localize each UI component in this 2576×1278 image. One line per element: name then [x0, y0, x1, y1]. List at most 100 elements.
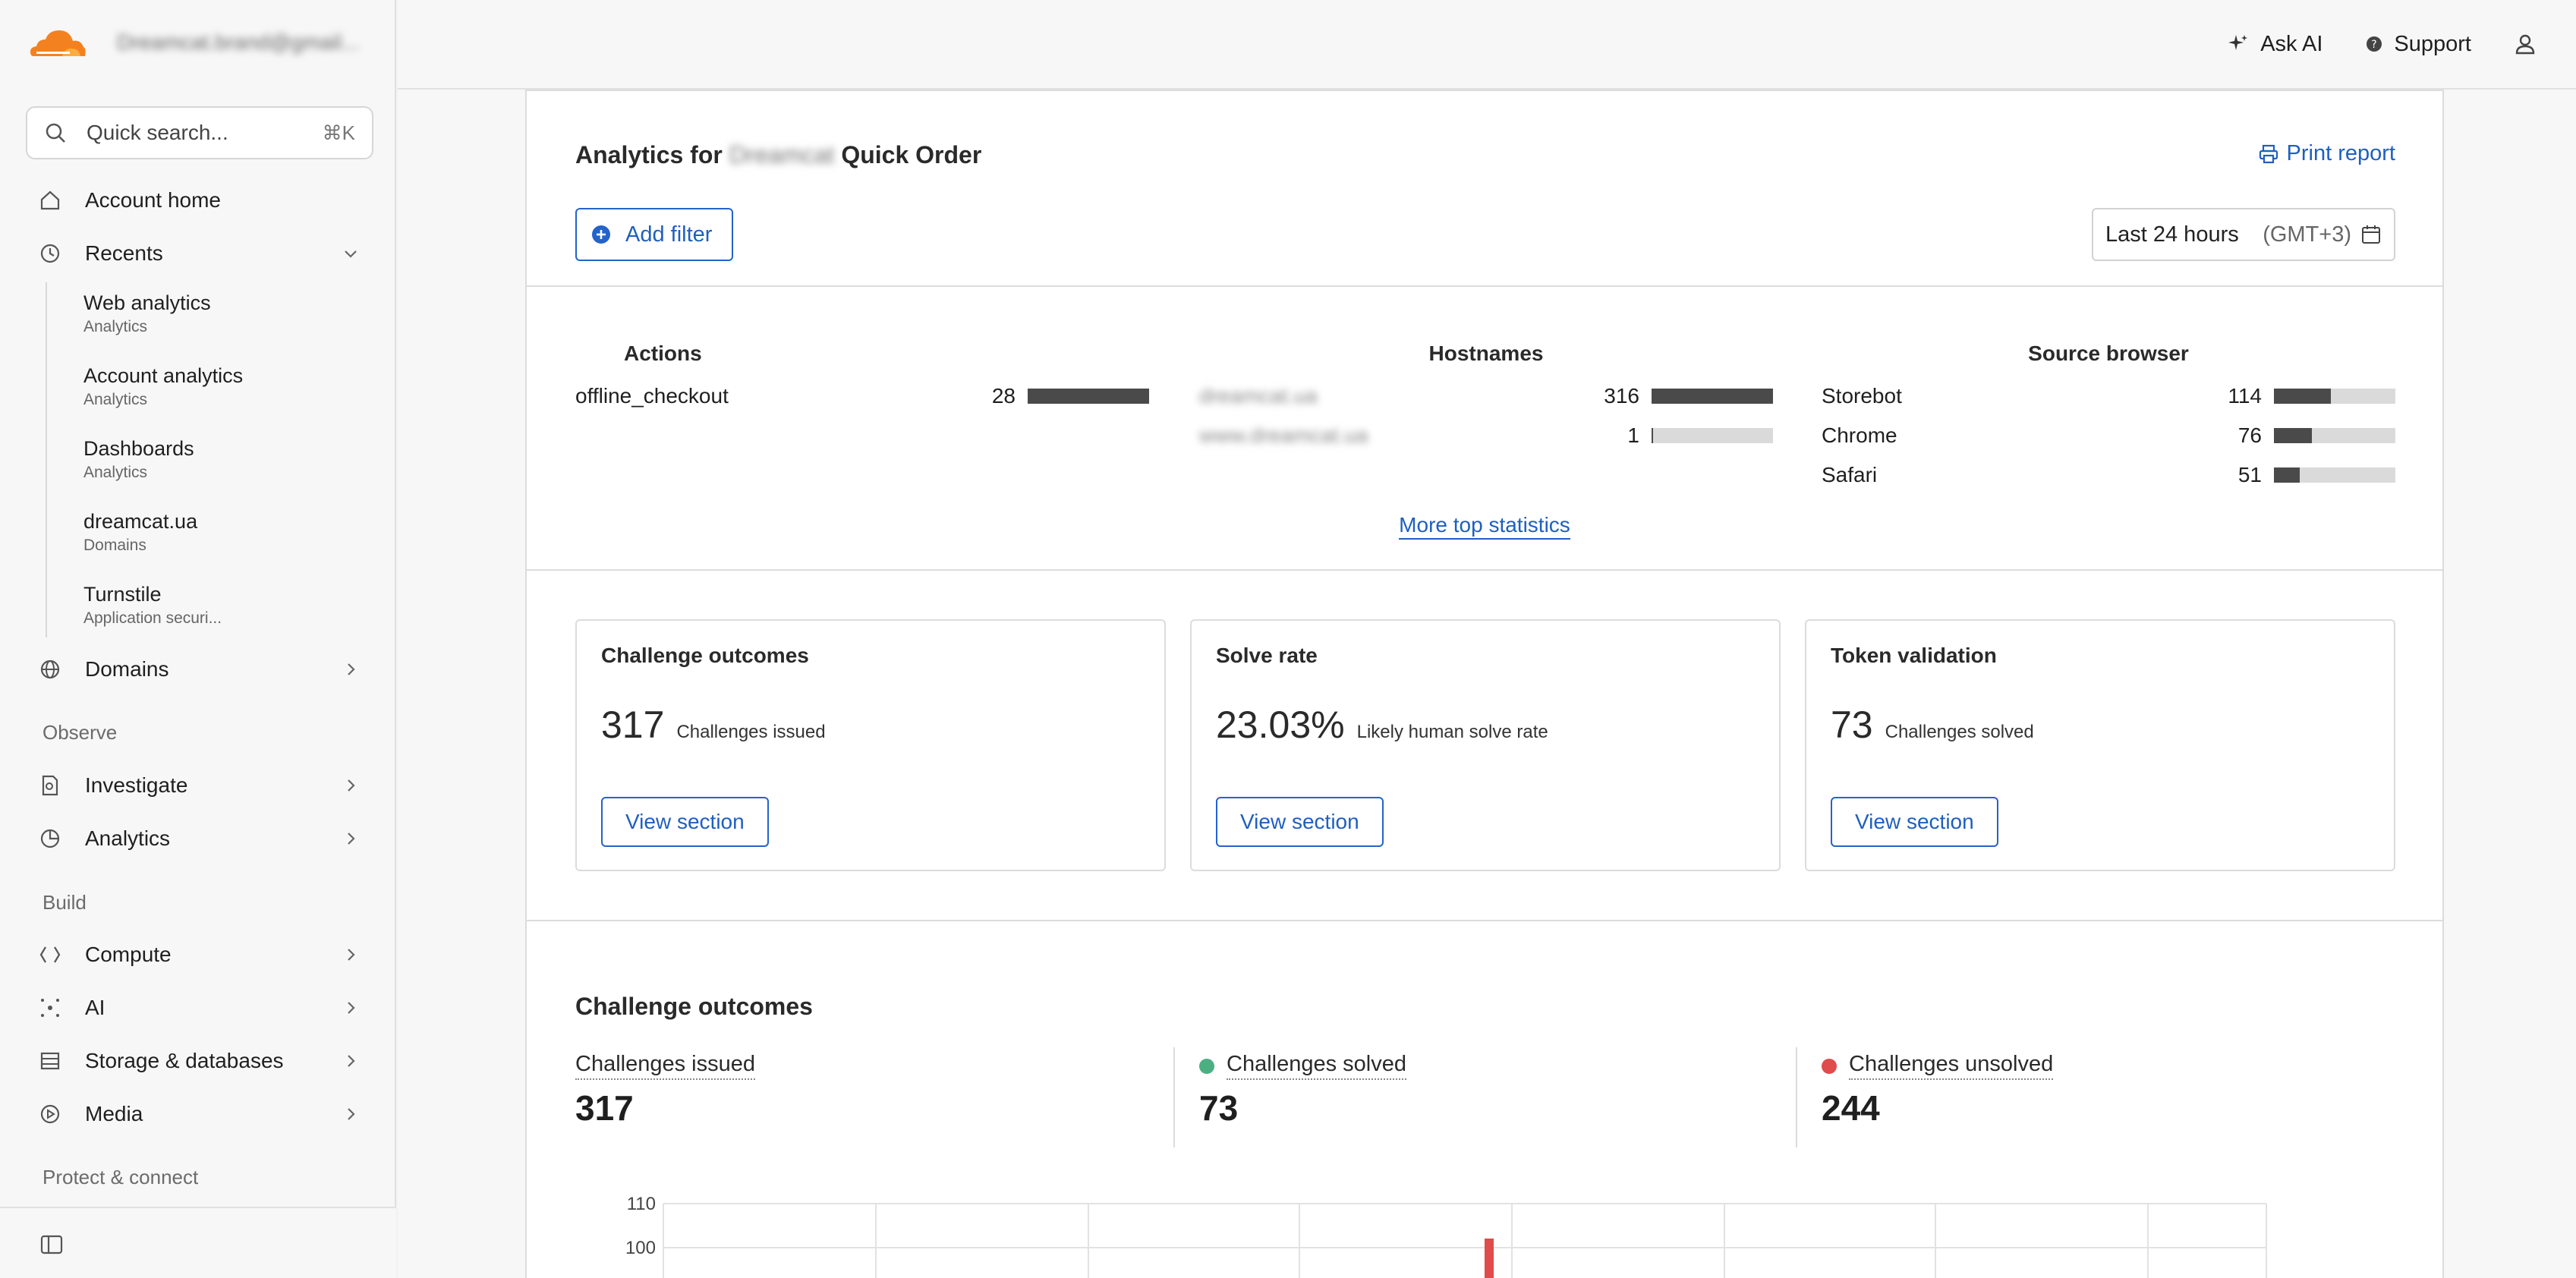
sidebar: Dreamcat.brand@gmail... Quick search... … [0, 0, 396, 1278]
support-button[interactable]: ? Support [2365, 32, 2471, 57]
stat-row[interactable]: Safari 51 [1822, 455, 2395, 495]
more-top-statistics-label[interactable]: More top statistics [1399, 513, 1570, 540]
stat-row[interactable]: dreamcat.ua 316 [1199, 376, 1773, 416]
metric-label[interactable]: Challenges issued [575, 1052, 755, 1080]
add-filter-button[interactable]: Add filter [575, 208, 734, 261]
stat-row[interactable]: offline_checkout 28 [575, 376, 1149, 416]
sidebar-item-label: Recents [85, 241, 163, 265]
search-placeholder: Quick search... [87, 121, 228, 144]
divider [527, 569, 2442, 571]
sidebar-item-label: Storage & databases [85, 1049, 284, 1072]
stat-label: Storebot [1822, 384, 1902, 408]
recent-item-title: Account analytics [83, 364, 244, 387]
card-value: 317 Challenges issued [601, 703, 826, 747]
sidebar-item-investigate[interactable]: Investigate [38, 764, 360, 807]
recent-item-title: dreamcat.ua [83, 510, 198, 533]
plus-circle-icon [592, 225, 610, 244]
account-selector[interactable]: Dreamcat.brand@gmail... [117, 30, 360, 58]
sidebar-item-domains[interactable]: Domains [38, 648, 360, 691]
metric-divider [1796, 1047, 1797, 1147]
sidebar-item-analytics[interactable]: Analytics [38, 817, 360, 860]
help-icon: ? [2367, 36, 2382, 52]
stat-value: 28 [991, 384, 1016, 408]
recent-item[interactable]: Web analytics Analytics [83, 291, 211, 336]
cloudflare-logo[interactable] [27, 23, 88, 62]
view-section-button[interactable]: View section [1216, 797, 1384, 847]
view-section-button[interactable]: View section [1831, 797, 1998, 847]
date-range-picker[interactable]: Last 24 hours (GMT+3) [2092, 208, 2395, 261]
card-value-caption: Challenges solved [1885, 722, 2034, 742]
search-icon [46, 123, 65, 143]
card-value: 73 Challenges solved [1831, 703, 2034, 747]
chevron-right-icon [348, 833, 355, 845]
chevron-right-icon [348, 1108, 355, 1120]
stat-bar-fill [2274, 467, 2300, 483]
stat-value: 51 [2237, 463, 2262, 486]
divider [527, 285, 2442, 287]
ask-ai-label: Ask AI [2260, 31, 2323, 56]
view-section-button[interactable]: View section [601, 797, 769, 847]
recent-item-subtitle: Analytics [83, 391, 148, 408]
chevron-down-icon [345, 250, 357, 258]
sidebar-item-ai[interactable]: AI [38, 987, 360, 1029]
stat-value: 76 [2237, 423, 2262, 447]
pie-chart-icon [40, 829, 60, 848]
sidebar-item-account-home[interactable]: Account home [38, 179, 360, 222]
stat-bar [2274, 428, 2395, 443]
recent-item-title: Dashboards [83, 437, 194, 460]
section-title: Challenge outcomes [575, 993, 813, 1020]
stat-bar-fill [1028, 389, 1149, 404]
svg-text:?: ? [2372, 39, 2377, 51]
stat-title: Source browser [2028, 342, 2189, 365]
ask-ai-button[interactable]: Ask AI [2227, 32, 2322, 57]
sidebar-item-recents[interactable]: Recents [38, 232, 360, 275]
print-report-link[interactable]: Print report [2258, 141, 2395, 166]
stat-row[interactable]: www.dreamcat.ua 1 [1199, 416, 1773, 455]
recent-item-subtitle: Analytics [83, 318, 148, 335]
stat-row[interactable]: Storebot 114 [1822, 376, 2395, 416]
sidebar-item-label: Account home [85, 188, 221, 212]
card-value-number: 23.03% [1216, 704, 1345, 746]
card-value: 23.03% Likely human solve rate [1216, 703, 1548, 747]
section-label-protect: Protect & connect [43, 1166, 199, 1188]
title-prefix: Analytics for [575, 141, 723, 168]
stat-label: www.dreamcat.ua [1199, 423, 1368, 447]
chart-bar-unsolved[interactable] [1485, 1239, 1494, 1278]
challenge-outcomes-chart: 110 100 [625, 1194, 2267, 1278]
chevron-right-icon [348, 1055, 355, 1067]
recent-item[interactable]: Account analytics Analytics [83, 364, 243, 409]
sidebar-item-compute[interactable]: Compute [38, 933, 360, 976]
recent-item[interactable]: Turnstile Application securi... [83, 583, 222, 628]
metric-label-text: Challenges issued [575, 1052, 755, 1080]
card-value-caption: Challenges issued [676, 722, 826, 742]
top-bar: Ask AI ? Support [398, 0, 2576, 90]
card-token-validation: Token validation 73 Challenges solved Vi… [1805, 619, 2395, 871]
metric-value: 244 [1822, 1088, 1880, 1128]
add-filter-label: Add filter [625, 222, 713, 247]
top-actions: Ask AI ? Support [2184, 26, 2547, 62]
metric-challenges-unsolved: Challenges unsolved 244 [1822, 1052, 2054, 1128]
stat-bar [2274, 389, 2395, 404]
quick-search-input[interactable]: Quick search... ⌘K [26, 106, 373, 159]
stat-label: Safari [1822, 463, 1878, 486]
date-range-label: Last 24 hours [2105, 222, 2239, 247]
sidebar-item-storage[interactable]: Storage & databases [38, 1040, 360, 1082]
metric-challenges-solved: Challenges solved 73 [1199, 1052, 1406, 1128]
metric-label[interactable]: Challenges unsolved [1822, 1052, 2054, 1080]
stat-row[interactable]: Chrome 76 [1822, 416, 2395, 455]
recent-item-title: Turnstile [83, 583, 162, 606]
stat-value: 114 [2228, 384, 2262, 408]
more-top-statistics-link: More top statistics [527, 513, 2442, 540]
stat-label: Chrome [1822, 423, 1897, 447]
chevron-right-icon [348, 663, 355, 675]
globe-icon [40, 659, 60, 679]
collapse-sidebar-icon[interactable] [39, 1232, 64, 1257]
sidebar-item-media[interactable]: Media [38, 1093, 360, 1135]
recent-item-subtitle: Domains [83, 537, 146, 554]
recent-item[interactable]: dreamcat.ua Domains [83, 510, 197, 555]
stat-bar-fill [2274, 389, 2331, 404]
card-value-caption: Likely human solve rate [1356, 722, 1548, 742]
recent-item[interactable]: Dashboards Analytics [83, 437, 194, 482]
user-menu-button[interactable] [2514, 33, 2547, 55]
metric-label[interactable]: Challenges solved [1199, 1052, 1406, 1080]
